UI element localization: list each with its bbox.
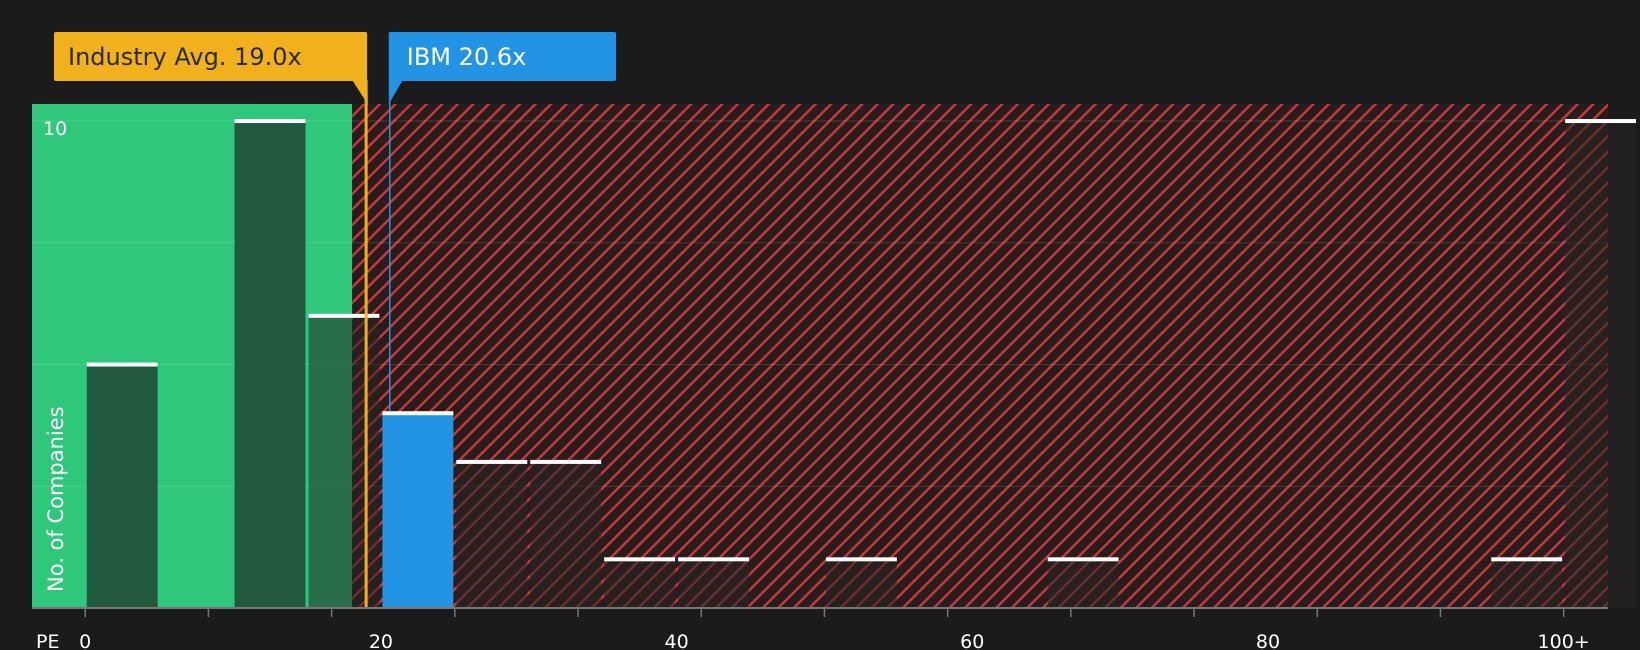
histogram-bar: [456, 461, 528, 608]
histogram-bar-cap: [86, 362, 158, 367]
histogram-bar-cap: [234, 119, 306, 124]
histogram-bar-cap: [456, 459, 528, 464]
x-tick-label: 80: [1256, 631, 1280, 650]
histogram-bar: [678, 559, 750, 608]
company-callout-pointer: [388, 80, 403, 104]
histogram-bar-cap: [308, 313, 380, 318]
x-axis-label: PE: [36, 631, 59, 650]
histogram-bar: [308, 315, 380, 608]
x-tick-label: 20: [369, 631, 393, 650]
x-tick-label: 0: [79, 631, 91, 650]
histogram-bar: [1565, 121, 1637, 608]
histogram-bar: [825, 559, 897, 608]
company-label: IBM 20.6x: [407, 43, 527, 71]
histogram-bar-cap: [678, 557, 750, 562]
x-tick-label: 100+: [1538, 631, 1590, 650]
histogram-bar: [1047, 559, 1119, 608]
industry-avg-label: Industry Avg. 19.0x: [68, 43, 302, 71]
histogram-bar-cap: [604, 557, 676, 562]
x-tick-label: 40: [664, 631, 688, 650]
histogram-bar: [86, 364, 158, 608]
histogram-bar-cap: [825, 557, 897, 562]
histogram-bar: [1491, 559, 1563, 608]
pe-distribution-chart: 0 20 40 60 80 100+ PE 10 No. of Companies Indust…: [32, 32, 1637, 650]
y-axis-label: No. of Companies: [44, 406, 68, 592]
histogram-bar-cap: [1047, 557, 1119, 562]
histogram-bar-cap: [530, 459, 602, 464]
x-tick-label: 60: [960, 631, 984, 650]
histogram-bar-cap: [1565, 119, 1637, 124]
histogram-bar: [382, 413, 454, 608]
histogram-bar-cap: [1491, 557, 1563, 562]
histogram-bar: [530, 461, 602, 608]
y-tick-label: 10: [43, 118, 67, 140]
histogram-bar: [234, 121, 306, 608]
histogram-bar-cap: [382, 411, 454, 416]
histogram-bar: [604, 559, 676, 608]
